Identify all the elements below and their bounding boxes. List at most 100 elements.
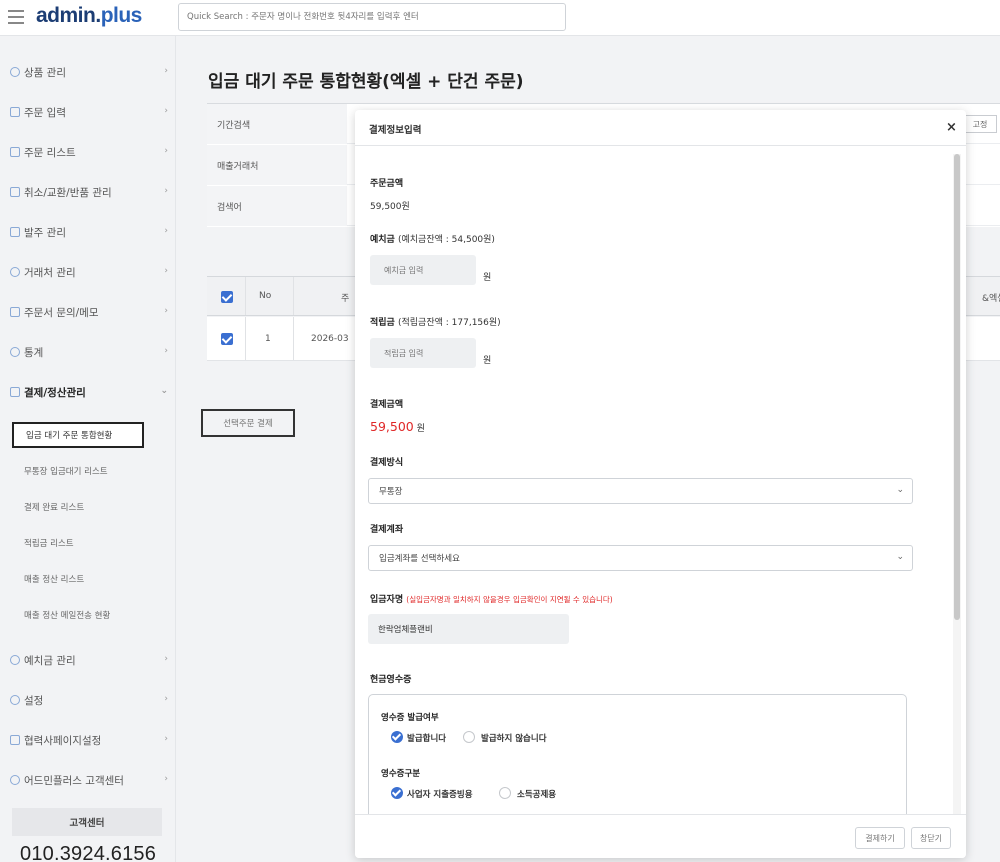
receipt-issue-yes-label[interactable]: 발급합니다	[407, 732, 446, 744]
deposit-unit: 원	[483, 273, 492, 283]
pay-method-select[interactable]: 무통장 ⌄	[368, 478, 913, 504]
filter-label: 기간검색	[207, 104, 347, 144]
pay-method-label: 결제방식	[370, 458, 404, 468]
order-amount-label: 주문금액	[370, 179, 404, 189]
support-icon	[10, 775, 20, 785]
sidebar-item-products[interactable]: 상품 관리 ›	[0, 52, 176, 92]
chevron-right-icon: ›	[164, 774, 168, 784]
sidebar-item-support-center[interactable]: 어드민플러스 고객센터 ›	[0, 760, 176, 800]
chevron-right-icon: ›	[164, 694, 168, 704]
vendors-icon	[10, 267, 20, 277]
receipt-type-biz-radio[interactable]	[391, 787, 403, 799]
order-entry-icon	[10, 107, 20, 117]
page-title: 입금 대기 주문 통합현황(엑셀 + 단건 주문)	[208, 72, 524, 92]
sidebar-item-returns[interactable]: 취소/교환/반품 관리 ›	[0, 172, 176, 212]
filter-label: 매출거래처	[207, 145, 347, 185]
modal-title: 결제정보입력	[369, 125, 422, 136]
receipt-issue-no-radio[interactable]	[463, 731, 475, 743]
points-input[interactable]	[370, 338, 476, 368]
depositor-label: 입금자명 (실입금자명과 일치하지 않을경우 입금확인이 지연될 수 있습니다)	[370, 595, 613, 605]
admin-plus-logo[interactable]: admin.plus	[36, 4, 142, 28]
header-order: 주	[341, 294, 350, 304]
purchase-orders-icon	[10, 227, 20, 237]
sidebar-item-order-list[interactable]: 주문 리스트 ›	[0, 132, 176, 172]
gear-icon	[10, 695, 20, 705]
chevron-right-icon: ›	[164, 146, 168, 156]
sidebar-item-purchase-orders[interactable]: 발주 관리 ›	[0, 212, 176, 252]
receipt-type-label: 영수증구분	[381, 769, 421, 779]
sidebar-item-order-entry[interactable]: 주문 입력 ›	[0, 92, 176, 132]
sidebar-item-settings[interactable]: 설정 ›	[0, 680, 176, 720]
sub-item-bank-pending[interactable]: 무통장 입금대기 리스트	[12, 458, 142, 484]
column-divider	[293, 277, 294, 315]
points-label: 적립금 (적립금잔액 : 177,156원)	[370, 318, 501, 328]
sidebar-item-inquiries[interactable]: 주문서 문의/메모 ›	[0, 292, 176, 332]
selected-order-pay-button[interactable]: 선택주문 결제	[201, 409, 295, 437]
pay-account-label: 결제계좌	[370, 525, 404, 535]
sidebar-item-vendors[interactable]: 거래처 관리 ›	[0, 252, 176, 292]
order-amount-value: 59,500원	[370, 202, 410, 212]
sidebar-item-partner-page[interactable]: 협력사페이지설정 ›	[0, 720, 176, 760]
sidebar-item-statistics[interactable]: 통계 ›	[0, 332, 176, 372]
receipt-issue-yes-radio[interactable]	[391, 731, 403, 743]
cash-receipt-label: 현금영수증	[370, 675, 412, 685]
quick-search-input[interactable]	[178, 3, 566, 31]
select-all-checkbox[interactable]	[221, 291, 233, 303]
points-unit: 원	[483, 356, 492, 366]
column-divider	[245, 317, 246, 360]
chevron-right-icon: ›	[164, 266, 168, 276]
modal-header: 결제정보입력 ×	[355, 110, 966, 146]
sub-item-pending-orders[interactable]: 입금 대기 주문 통합현황	[12, 422, 144, 448]
payments-icon	[10, 387, 20, 397]
chevron-right-icon: ›	[164, 346, 168, 356]
deposits-icon	[10, 655, 20, 665]
pay-account-select[interactable]: 입금계좌를 선택하세요 ⌄	[368, 545, 913, 571]
modal-footer: 결제하기 창닫기	[355, 814, 966, 858]
chevron-right-icon: ›	[164, 66, 168, 76]
order-list-icon	[10, 147, 20, 157]
row-no: 1	[265, 334, 271, 344]
chevron-right-icon: ›	[164, 106, 168, 116]
depositor-name-input[interactable]: 한락엄체플랜비	[368, 614, 569, 644]
row-date: 2026-03	[311, 334, 349, 344]
row-checkbox[interactable]	[221, 333, 233, 345]
sidebar-item-payments[interactable]: 결제/정산관리 ⌄	[0, 372, 176, 412]
filter-label: 검색어	[207, 186, 347, 226]
receipt-issue-no-label[interactable]: 발급하지 않습니다	[481, 732, 547, 744]
chevron-down-icon: ⌄	[160, 386, 168, 396]
chevron-right-icon: ›	[164, 186, 168, 196]
partner-page-icon	[10, 735, 20, 745]
chevron-right-icon: ›	[164, 226, 168, 236]
receipt-type-personal-label[interactable]: 소득공제용	[517, 788, 556, 800]
inquiries-icon	[10, 307, 20, 317]
chevron-right-icon: ›	[164, 734, 168, 744]
close-window-button[interactable]: 창닫기	[911, 827, 951, 849]
chevron-right-icon: ›	[164, 654, 168, 664]
deposit-label: 예치금 (예치금잔액 : 54,500원)	[370, 235, 495, 245]
sub-item-settlement-list[interactable]: 매출 정산 리스트	[12, 566, 142, 592]
pay-button[interactable]: 결제하기	[855, 827, 905, 849]
sub-item-paid-list[interactable]: 결제 완료 리스트	[12, 494, 142, 520]
scrollbar-thumb[interactable]	[954, 154, 960, 620]
receipt-issue-label: 영수증 발급여부	[381, 713, 439, 723]
sidebar-item-deposits[interactable]: 예치금 관리 ›	[0, 640, 176, 680]
returns-icon	[10, 187, 20, 197]
pay-amount-label: 결제금액	[370, 400, 404, 410]
chevron-down-icon: ⌄	[896, 552, 904, 562]
column-divider	[245, 277, 246, 315]
hamburger-menu-icon[interactable]	[8, 10, 24, 24]
receipt-type-personal-radio[interactable]	[499, 787, 511, 799]
sub-item-settlement-mail[interactable]: 매출 정산 메일전송 현황	[12, 602, 142, 628]
fix-button[interactable]: 고정	[963, 115, 997, 133]
pay-amount-value: 59,500 원	[370, 419, 425, 434]
close-icon[interactable]: ×	[946, 120, 957, 135]
receipt-type-biz-label[interactable]: 사업자 지출증빙용	[407, 788, 473, 800]
modal-scrollbar[interactable]	[953, 154, 961, 814]
sidebar: 상품 관리 › 주문 입력 › 주문 리스트 › 취소/교환/반품 관리 › 발주 관리…	[0, 36, 176, 862]
header-no: No	[259, 291, 272, 301]
payment-info-modal: 결제정보입력 × 주문금액 59,500원 예치금 (예치금잔액 : 54,50…	[355, 110, 966, 858]
deposit-input[interactable]	[370, 255, 476, 285]
sub-item-points-list[interactable]: 적립금 리스트	[12, 530, 142, 556]
chevron-right-icon: ›	[164, 306, 168, 316]
products-icon	[10, 67, 20, 77]
